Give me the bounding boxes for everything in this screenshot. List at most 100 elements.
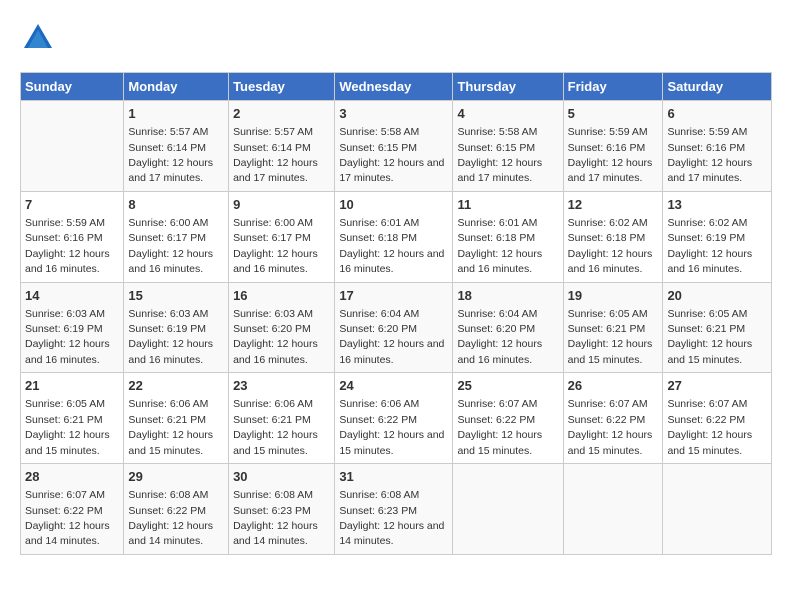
sunset-text: Sunset: 6:22 PM <box>339 414 417 426</box>
daylight-text: Daylight: 12 hours and 15 minutes. <box>568 429 653 456</box>
calendar-day-cell: 25 Sunrise: 6:07 AM Sunset: 6:22 PM Dayl… <box>453 373 563 464</box>
calendar-day-cell: 30 Sunrise: 6:08 AM Sunset: 6:23 PM Dayl… <box>229 464 335 555</box>
daylight-text: Daylight: 12 hours and 14 minutes. <box>339 520 444 547</box>
sunrise-text: Sunrise: 6:02 AM <box>568 217 648 229</box>
sunrise-text: Sunrise: 6:01 AM <box>339 217 419 229</box>
sunrise-text: Sunrise: 6:07 AM <box>568 398 648 410</box>
calendar-day-cell: 29 Sunrise: 6:08 AM Sunset: 6:22 PM Dayl… <box>124 464 229 555</box>
day-number: 24 <box>339 377 448 395</box>
daylight-text: Daylight: 12 hours and 15 minutes. <box>339 429 444 456</box>
calendar-day-cell: 7 Sunrise: 5:59 AM Sunset: 6:16 PM Dayli… <box>21 191 124 282</box>
calendar-day-cell: 20 Sunrise: 6:05 AM Sunset: 6:21 PM Dayl… <box>663 282 772 373</box>
day-number: 5 <box>568 105 659 123</box>
day-number: 12 <box>568 196 659 214</box>
sunset-text: Sunset: 6:16 PM <box>568 142 646 154</box>
day-number: 29 <box>128 468 224 486</box>
calendar-day-cell: 4 Sunrise: 5:58 AM Sunset: 6:15 PM Dayli… <box>453 101 563 192</box>
sunrise-text: Sunrise: 6:03 AM <box>128 308 208 320</box>
daylight-text: Daylight: 12 hours and 16 minutes. <box>667 248 752 275</box>
sunrise-text: Sunrise: 6:08 AM <box>233 489 313 501</box>
sunset-text: Sunset: 6:19 PM <box>25 323 103 335</box>
sunset-text: Sunset: 6:17 PM <box>233 232 311 244</box>
calendar-day-cell <box>663 464 772 555</box>
weekday-header-cell: Sunday <box>21 73 124 101</box>
daylight-text: Daylight: 12 hours and 16 minutes. <box>339 248 444 275</box>
calendar-day-cell: 2 Sunrise: 5:57 AM Sunset: 6:14 PM Dayli… <box>229 101 335 192</box>
sunrise-text: Sunrise: 6:05 AM <box>568 308 648 320</box>
calendar-day-cell: 6 Sunrise: 5:59 AM Sunset: 6:16 PM Dayli… <box>663 101 772 192</box>
daylight-text: Daylight: 12 hours and 16 minutes. <box>457 248 542 275</box>
day-number: 18 <box>457 287 558 305</box>
sunset-text: Sunset: 6:14 PM <box>233 142 311 154</box>
day-number: 16 <box>233 287 330 305</box>
calendar-day-cell: 21 Sunrise: 6:05 AM Sunset: 6:21 PM Dayl… <box>21 373 124 464</box>
daylight-text: Daylight: 12 hours and 15 minutes. <box>128 429 213 456</box>
sunset-text: Sunset: 6:18 PM <box>457 232 535 244</box>
day-number: 2 <box>233 105 330 123</box>
daylight-text: Daylight: 12 hours and 16 minutes. <box>233 338 318 365</box>
calendar-week-row: 7 Sunrise: 5:59 AM Sunset: 6:16 PM Dayli… <box>21 191 772 282</box>
calendar-day-cell: 23 Sunrise: 6:06 AM Sunset: 6:21 PM Dayl… <box>229 373 335 464</box>
calendar-day-cell: 26 Sunrise: 6:07 AM Sunset: 6:22 PM Dayl… <box>563 373 663 464</box>
calendar-day-cell: 24 Sunrise: 6:06 AM Sunset: 6:22 PM Dayl… <box>335 373 453 464</box>
day-number: 21 <box>25 377 119 395</box>
calendar-day-cell: 12 Sunrise: 6:02 AM Sunset: 6:18 PM Dayl… <box>563 191 663 282</box>
calendar-week-row: 28 Sunrise: 6:07 AM Sunset: 6:22 PM Dayl… <box>21 464 772 555</box>
sunrise-text: Sunrise: 6:06 AM <box>233 398 313 410</box>
sunset-text: Sunset: 6:14 PM <box>128 142 206 154</box>
day-number: 7 <box>25 196 119 214</box>
calendar-day-cell <box>453 464 563 555</box>
calendar-day-cell: 22 Sunrise: 6:06 AM Sunset: 6:21 PM Dayl… <box>124 373 229 464</box>
daylight-text: Daylight: 12 hours and 17 minutes. <box>568 157 653 184</box>
sunrise-text: Sunrise: 5:58 AM <box>339 126 419 138</box>
sunset-text: Sunset: 6:21 PM <box>667 323 745 335</box>
day-number: 20 <box>667 287 767 305</box>
daylight-text: Daylight: 12 hours and 14 minutes. <box>25 520 110 547</box>
weekday-header-cell: Thursday <box>453 73 563 101</box>
day-number: 23 <box>233 377 330 395</box>
day-number: 1 <box>128 105 224 123</box>
sunrise-text: Sunrise: 5:58 AM <box>457 126 537 138</box>
sunset-text: Sunset: 6:15 PM <box>457 142 535 154</box>
weekday-header-cell: Wednesday <box>335 73 453 101</box>
daylight-text: Daylight: 12 hours and 16 minutes. <box>233 248 318 275</box>
calendar-week-row: 1 Sunrise: 5:57 AM Sunset: 6:14 PM Dayli… <box>21 101 772 192</box>
daylight-text: Daylight: 12 hours and 17 minutes. <box>339 157 444 184</box>
day-number: 26 <box>568 377 659 395</box>
sunrise-text: Sunrise: 6:04 AM <box>457 308 537 320</box>
day-number: 31 <box>339 468 448 486</box>
sunrise-text: Sunrise: 6:02 AM <box>667 217 747 229</box>
daylight-text: Daylight: 12 hours and 15 minutes. <box>568 338 653 365</box>
sunset-text: Sunset: 6:19 PM <box>667 232 745 244</box>
calendar-day-cell: 1 Sunrise: 5:57 AM Sunset: 6:14 PM Dayli… <box>124 101 229 192</box>
day-number: 11 <box>457 196 558 214</box>
calendar-day-cell: 13 Sunrise: 6:02 AM Sunset: 6:19 PM Dayl… <box>663 191 772 282</box>
daylight-text: Daylight: 12 hours and 15 minutes. <box>667 429 752 456</box>
daylight-text: Daylight: 12 hours and 17 minutes. <box>667 157 752 184</box>
sunset-text: Sunset: 6:22 PM <box>667 414 745 426</box>
calendar-day-cell: 5 Sunrise: 5:59 AM Sunset: 6:16 PM Dayli… <box>563 101 663 192</box>
sunset-text: Sunset: 6:20 PM <box>339 323 417 335</box>
sunset-text: Sunset: 6:21 PM <box>568 323 646 335</box>
day-number: 13 <box>667 196 767 214</box>
weekday-header-cell: Saturday <box>663 73 772 101</box>
sunset-text: Sunset: 6:23 PM <box>339 505 417 517</box>
weekday-header-cell: Friday <box>563 73 663 101</box>
daylight-text: Daylight: 12 hours and 14 minutes. <box>233 520 318 547</box>
sunrise-text: Sunrise: 5:59 AM <box>667 126 747 138</box>
day-number: 9 <box>233 196 330 214</box>
daylight-text: Daylight: 12 hours and 16 minutes. <box>457 338 542 365</box>
daylight-text: Daylight: 12 hours and 16 minutes. <box>25 338 110 365</box>
day-number: 10 <box>339 196 448 214</box>
day-number: 30 <box>233 468 330 486</box>
sunset-text: Sunset: 6:22 PM <box>457 414 535 426</box>
sunset-text: Sunset: 6:16 PM <box>667 142 745 154</box>
sunset-text: Sunset: 6:15 PM <box>339 142 417 154</box>
sunset-text: Sunset: 6:18 PM <box>339 232 417 244</box>
sunrise-text: Sunrise: 6:05 AM <box>25 398 105 410</box>
daylight-text: Daylight: 12 hours and 15 minutes. <box>457 429 542 456</box>
calendar-day-cell: 10 Sunrise: 6:01 AM Sunset: 6:18 PM Dayl… <box>335 191 453 282</box>
daylight-text: Daylight: 12 hours and 15 minutes. <box>25 429 110 456</box>
calendar-day-cell <box>21 101 124 192</box>
sunrise-text: Sunrise: 6:07 AM <box>457 398 537 410</box>
